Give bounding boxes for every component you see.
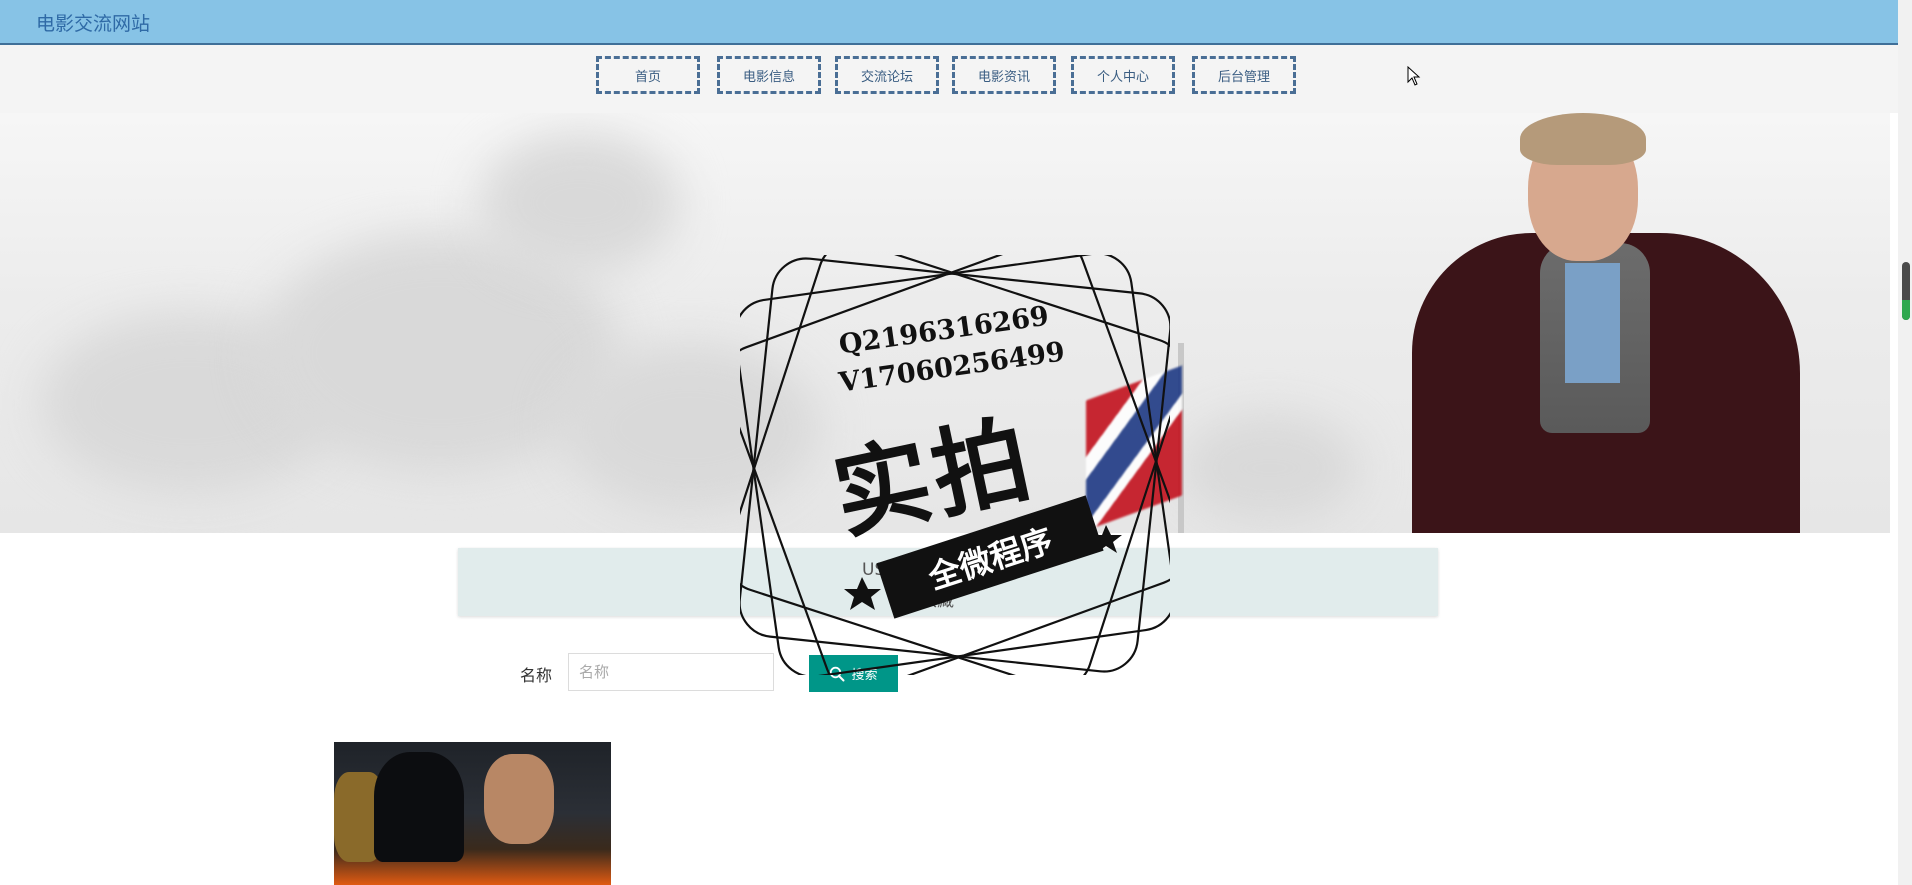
- scrollbar[interactable]: [1898, 0, 1912, 885]
- search-label: 名称: [520, 666, 553, 685]
- poster-figure: [484, 754, 554, 844]
- nav-item-movie-news[interactable]: 电影资讯: [952, 56, 1056, 94]
- top-header: 电影交流网站: [0, 0, 1898, 45]
- main-nav: 首页 电影信息 交流论坛 电影资讯 个人中心 后台管理: [0, 45, 1898, 113]
- nav-item-home[interactable]: 首页: [596, 56, 700, 94]
- actor-shirt: [1565, 263, 1620, 383]
- scrollbar-accent: [1902, 300, 1910, 320]
- movie-poster[interactable]: [334, 742, 611, 885]
- banner-cloud: [480, 133, 680, 273]
- nav-item-personal-center[interactable]: 个人中心: [1071, 56, 1175, 94]
- nav-item-forum[interactable]: 交流论坛: [835, 56, 939, 94]
- nav-item-movie-info[interactable]: 电影信息: [717, 56, 821, 94]
- mouse-cursor-icon: [1407, 66, 1421, 86]
- nav-item-admin[interactable]: 后台管理: [1192, 56, 1296, 94]
- banner-cloud: [1180, 413, 1360, 523]
- poster-figure: [374, 752, 464, 862]
- site-title[interactable]: 电影交流网站: [36, 9, 150, 36]
- actor-hair: [1520, 113, 1646, 165]
